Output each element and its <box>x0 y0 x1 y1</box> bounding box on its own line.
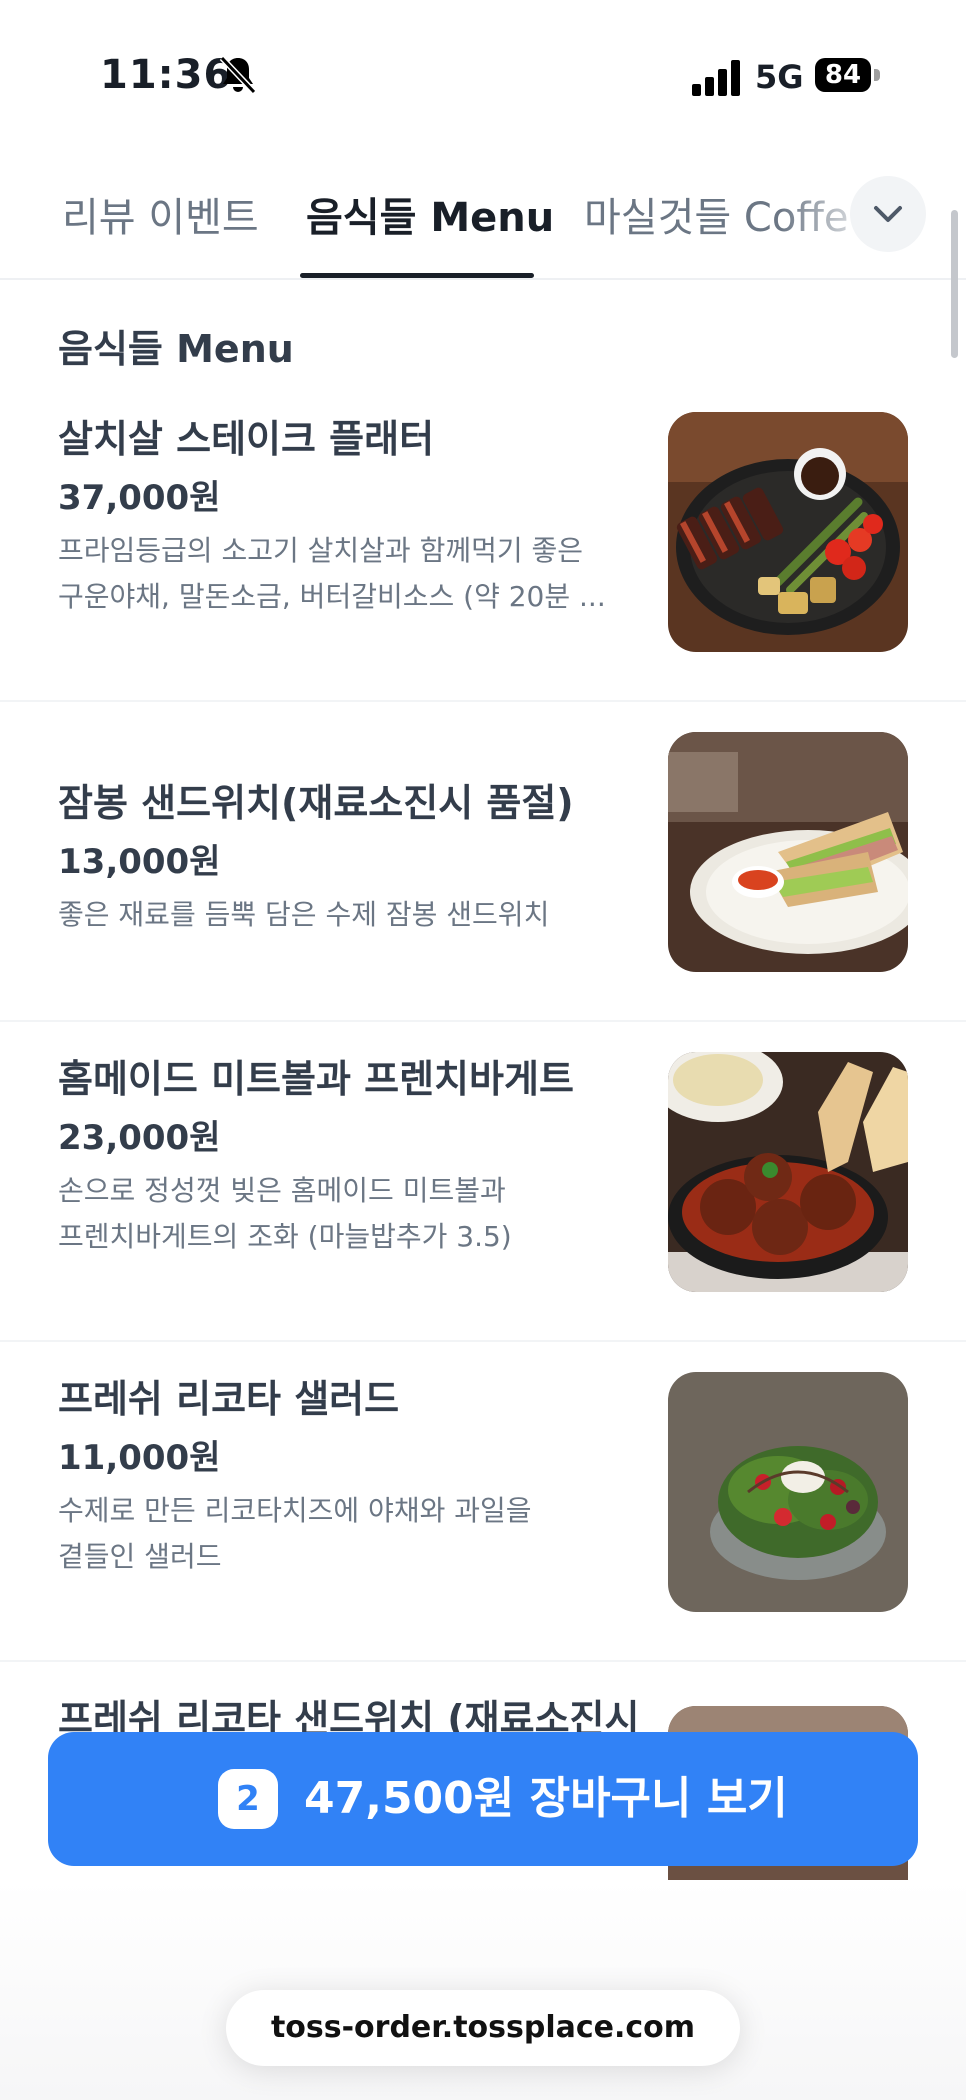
section-title: 음식들 Menu <box>58 327 294 371</box>
cart-label: 47,500원 장바구니 보기 <box>304 1773 788 1824</box>
tab-food-menu[interactable]: 음식들 Menu <box>306 185 554 243</box>
expand-tabs-button[interactable] <box>850 176 926 252</box>
cart-count-badge: 2 <box>218 1769 278 1829</box>
item-price: 13,000원 <box>58 842 221 882</box>
menu-item-steak-platter[interactable]: 살치살 스테이크 플래터 37,000원 프라임등급의 소고기 살치살과 함께먹… <box>0 382 966 702</box>
item-name: 홈메이드 미트볼과 프렌치바게트 <box>58 1057 574 1101</box>
item-name: 프레쉬 리코타 샐러드 <box>58 1377 400 1421</box>
browser-url-bar[interactable]: toss-order.tossplace.com <box>226 1990 740 2066</box>
battery-cap <box>874 69 880 81</box>
status-bar: 11:36 5G 84 <box>0 0 966 150</box>
item-description-line: 수제로 만든 리코타치즈에 야채와 과일을 <box>58 1494 532 1527</box>
item-description: 좋은 재료를 듬뿍 담은 수제 잠봉 샌드위치 <box>58 892 618 938</box>
status-time: 11:36 <box>100 52 233 98</box>
item-description-line: 프라임등급의 소고기 살치살과 함께먹기 좋은 <box>58 534 584 567</box>
item-photo-meatball <box>668 1052 908 1292</box>
item-description-line: 손으로 정성껏 빚은 홈메이드 미트볼과 <box>58 1174 506 1207</box>
chevron-down-icon <box>874 206 902 222</box>
item-description-line: 구운야채, 말돈소금, 버터갈비소스 (약 20분 ... <box>58 580 606 613</box>
item-description: 손으로 정성껏 빚은 홈메이드 미트볼과 프렌치바게트의 조화 (마늘밥추가 3… <box>58 1168 618 1260</box>
signal-icon <box>692 60 740 96</box>
item-description: 수제로 만든 리코타치즈에 야채와 과일을 곁들인 샐러드 <box>58 1488 618 1580</box>
item-photo-steak <box>668 412 908 652</box>
item-price: 37,000원 <box>58 478 221 518</box>
battery-level: 84 <box>815 58 871 92</box>
network-type: 5G <box>755 58 804 96</box>
active-tab-indicator <box>300 273 534 278</box>
item-description-line: 좋은 재료를 듬뿍 담은 수제 잠봉 샌드위치 <box>58 898 550 931</box>
item-description-line: 프렌치바게트의 조화 (마늘밥추가 3.5) <box>58 1220 512 1253</box>
item-photo-sandwich <box>668 732 908 972</box>
item-description: 프라임등급의 소고기 살치살과 함께먹기 좋은 구운야채, 말돈소금, 버터갈비… <box>58 528 618 620</box>
item-price: 23,000원 <box>58 1118 221 1158</box>
item-description-line: 곁들인 샐러드 <box>58 1540 222 1573</box>
battery-icon: 84 <box>815 58 881 94</box>
view-cart-button[interactable]: 2 47,500원 장바구니 보기 <box>48 1732 918 1866</box>
item-price: 11,000원 <box>58 1438 221 1478</box>
tab-review-event[interactable]: 리뷰 이벤트 <box>62 185 259 243</box>
bell-off-icon <box>219 55 257 95</box>
item-name: 살치살 스테이크 플래터 <box>58 417 435 461</box>
scrollbar[interactable] <box>951 210 958 358</box>
category-tabs: 리뷰 이벤트 음식들 Menu 마실것들 Coffe <box>0 160 966 280</box>
menu-item-jambon-sandwich[interactable]: 잠봉 샌드위치(재료소진시 품절) 13,000원 좋은 재료를 듬뿍 담은 수… <box>0 702 966 1022</box>
menu-item-meatball[interactable]: 홈메이드 미트볼과 프렌치바게트 23,000원 손으로 정성껏 빚은 홈메이드… <box>0 1022 966 1342</box>
item-photo-salad <box>668 1372 908 1612</box>
item-name: 잠봉 샌드위치(재료소진시 품절) <box>58 781 574 825</box>
menu-item-ricotta-salad[interactable]: 프레쉬 리코타 샐러드 11,000원 수제로 만든 리코타치즈에 야채와 과일… <box>0 1342 966 1662</box>
